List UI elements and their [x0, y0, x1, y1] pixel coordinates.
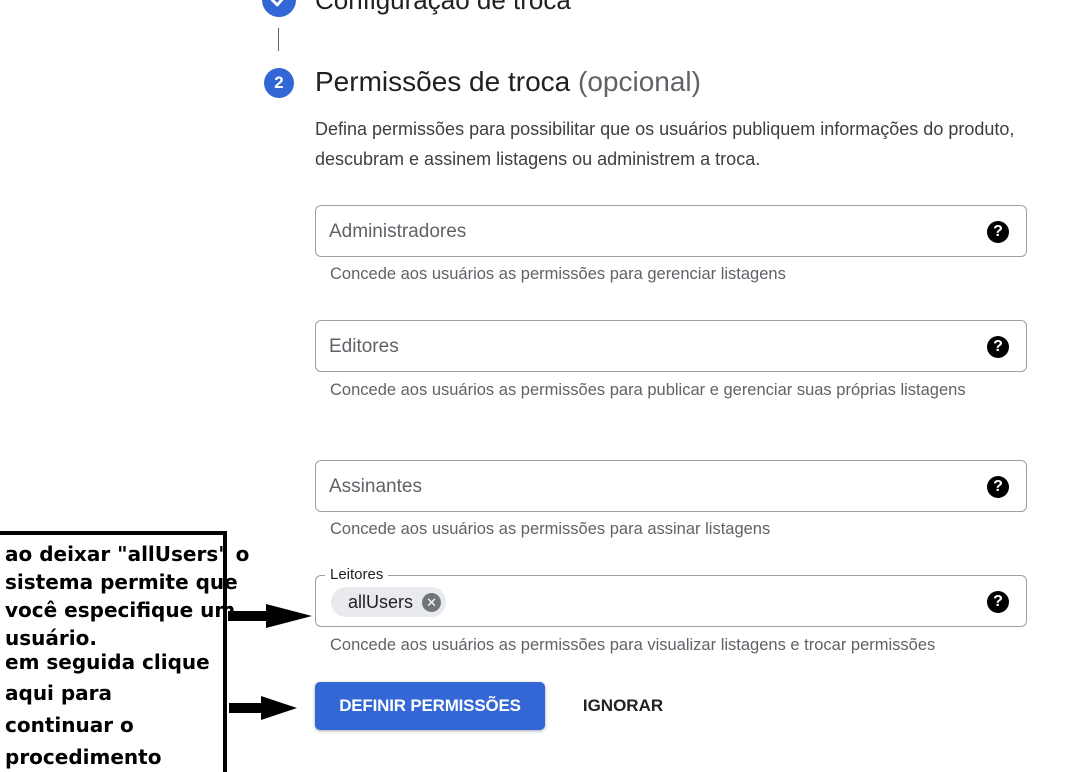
- readers-help-icon[interactable]: ?: [987, 591, 1009, 613]
- chip-remove-icon[interactable]: ✕: [422, 592, 442, 612]
- annotation-line-1: ao deixar "allUsers" o: [5, 542, 250, 566]
- annotation-frame-top: [0, 531, 227, 535]
- step-1-title: Configuração de troca: [315, 0, 571, 15]
- annotation-line-5: em seguida clique: [5, 650, 210, 674]
- annotation-line-3: você especifique um: [5, 598, 236, 622]
- annotation-line-4: usuário.: [5, 626, 97, 650]
- admins-help-icon[interactable]: ?: [987, 221, 1009, 243]
- readers-label: Leitores: [325, 564, 389, 586]
- step-2-title-text: Permissões de troca: [315, 66, 571, 97]
- allusers-chip[interactable]: allUsers ✕: [331, 587, 447, 617]
- subscribers-field[interactable]: Assinantes ?: [315, 460, 1027, 512]
- admins-placeholder: Administradores: [329, 221, 467, 242]
- editors-placeholder: Editores: [329, 336, 399, 357]
- step-2-description: Defina permissões para possibilitar que …: [315, 119, 1015, 169]
- set-permissions-button[interactable]: DEFINIR PERMISSÕES: [315, 682, 545, 730]
- step-2-optional-label: (opcional): [578, 66, 701, 97]
- annotation-line-7: continuar o: [5, 713, 134, 737]
- step-1-header: Configuração de troca: [262, 0, 571, 18]
- admins-field[interactable]: Administradores ?: [315, 205, 1027, 257]
- admins-hint: Concede aos usuários as permissões para …: [330, 265, 786, 283]
- step-2-title: Permissões de troca (opcional): [315, 62, 701, 102]
- step-1-check-icon: [262, 0, 296, 17]
- editors-field[interactable]: Editores ?: [315, 320, 1027, 372]
- annotation-line-2: sistema permite que: [5, 570, 238, 594]
- arrow-to-chip-icon: [228, 604, 312, 628]
- subscribers-placeholder: Assinantes: [329, 476, 422, 497]
- ignore-button[interactable]: IGNORAR: [565, 682, 681, 730]
- allusers-chip-label: allUsers: [348, 591, 414, 612]
- arrow-to-button-icon: [229, 696, 297, 720]
- readers-hint: Concede aos usuários as permissões para …: [330, 636, 936, 654]
- step-connector: [278, 28, 279, 51]
- subscribers-hint: Concede aos usuários as permissões para …: [330, 520, 771, 538]
- editors-help-icon[interactable]: ?: [987, 336, 1009, 358]
- annotation-line-8: procedimento: [5, 745, 162, 769]
- subscribers-help-icon[interactable]: ?: [987, 476, 1009, 498]
- annotation-line-6: aqui para: [5, 681, 113, 705]
- step-2-number: 2: [264, 68, 294, 98]
- editors-hint: Concede aos usuários as permissões para …: [330, 381, 966, 399]
- readers-field[interactable]: Leitores allUsers ✕ ?: [315, 564, 1027, 627]
